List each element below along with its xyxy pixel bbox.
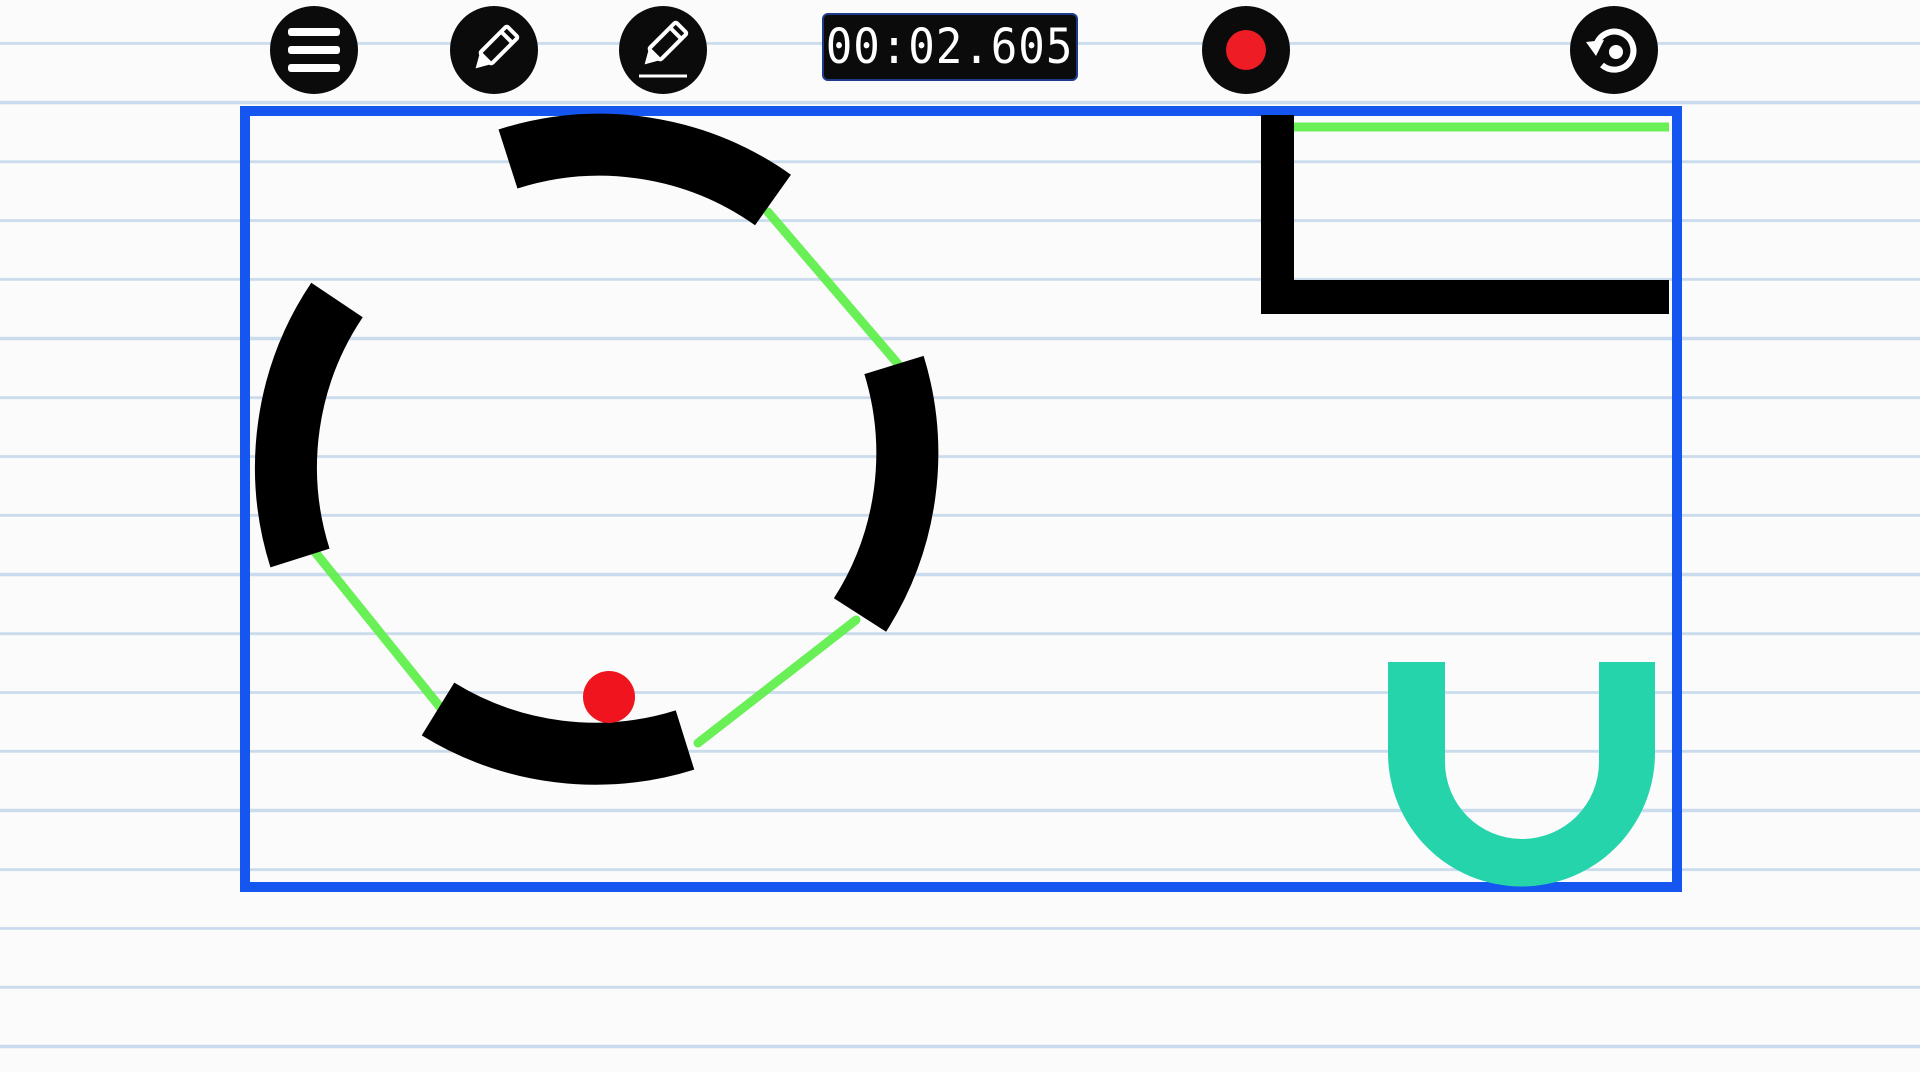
ring-walls bbox=[255, 113, 939, 785]
ring-wall-segment bbox=[833, 355, 939, 632]
ring-wall-segment bbox=[498, 113, 791, 226]
drawn-lines bbox=[310, 207, 909, 748]
ball bbox=[583, 671, 635, 723]
level-canvas[interactable] bbox=[0, 0, 1920, 1072]
ring-wall-segment bbox=[421, 682, 695, 785]
drawn-line bbox=[310, 547, 449, 717]
corner-walls bbox=[1261, 115, 1669, 314]
drawn-line bbox=[763, 207, 909, 376]
goal-cup bbox=[1388, 662, 1655, 887]
level-boundary bbox=[240, 106, 1682, 892]
wall-horizontal bbox=[1261, 280, 1669, 314]
drawn-line bbox=[693, 615, 861, 748]
ring-wall-segment bbox=[255, 282, 363, 568]
